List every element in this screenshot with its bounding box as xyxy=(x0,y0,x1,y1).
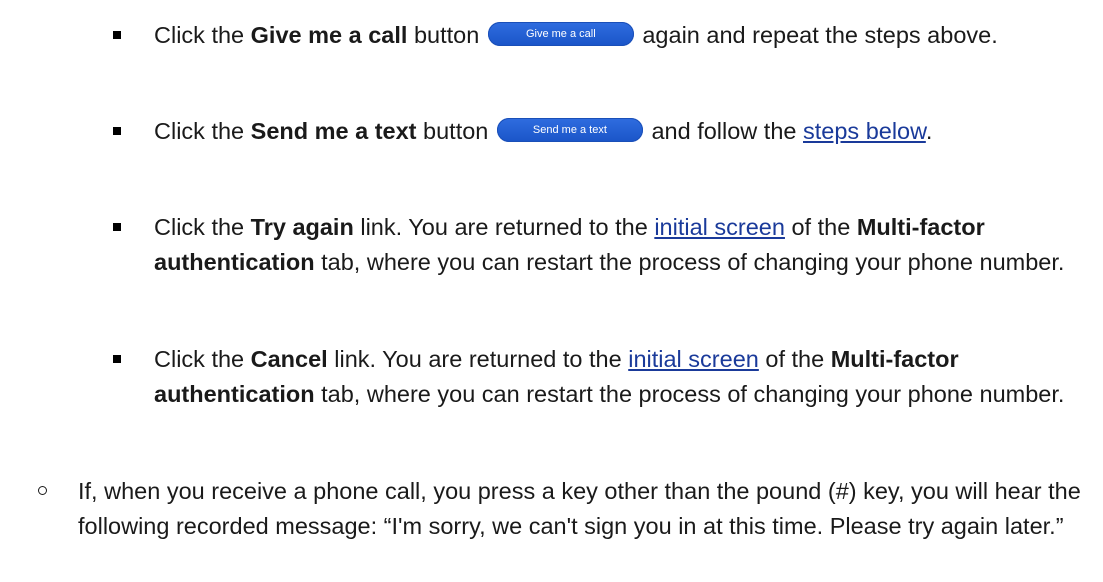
item-text: Click the Try again link. You are return… xyxy=(154,210,1093,280)
list-item-send-me-a-text: Click the Send me a text button Send me … xyxy=(0,114,1103,186)
text-segment: tab, where you can restart the process o… xyxy=(314,249,1065,275)
square-bullet-icon xyxy=(113,31,121,39)
text-segment: of the xyxy=(784,214,857,240)
text-segment: again and repeat the steps above. xyxy=(635,22,998,48)
text-segment: of the xyxy=(758,346,831,372)
list-item-pound-key-note: If, when you receive a phone call, you p… xyxy=(0,474,1103,582)
send-me-a-text-button[interactable]: Send me a text xyxy=(496,117,643,142)
bold-label: Send me a text xyxy=(250,118,417,144)
bold-label: Give me a call xyxy=(250,22,408,48)
text-segment: Click the xyxy=(154,346,251,372)
text-segment: Click the xyxy=(154,118,251,144)
initial-screen-link[interactable]: initial screen xyxy=(654,214,785,240)
initial-screen-link[interactable]: initial screen xyxy=(628,346,759,372)
list-item-try-again: Click the Try again link. You are return… xyxy=(0,210,1103,318)
bold-label: Cancel xyxy=(250,346,328,372)
square-bullet-icon xyxy=(113,223,121,231)
square-bullet-icon xyxy=(113,355,121,363)
circle-bullet-icon xyxy=(38,486,47,495)
give-me-a-call-button[interactable]: Give me a call xyxy=(487,21,634,46)
text-segment: link. You are returned to the xyxy=(327,346,629,372)
item-text: If, when you receive a phone call, you p… xyxy=(78,478,1081,539)
text-segment: Click the xyxy=(154,22,251,48)
bold-label: Try again xyxy=(250,214,354,240)
text-segment: tab, where you can restart the process o… xyxy=(314,381,1065,407)
text-segment: . xyxy=(925,118,933,144)
steps-below-link[interactable]: steps below xyxy=(803,118,926,144)
text-segment: and follow the xyxy=(644,118,803,144)
text-segment: Click the xyxy=(154,214,251,240)
square-bullet-icon xyxy=(113,127,121,135)
item-text: Click the Give me a call button Give me … xyxy=(154,18,1093,53)
item-text: Click the Cancel link. You are returned … xyxy=(154,342,1093,412)
list-item-cancel: Click the Cancel link. You are returned … xyxy=(0,342,1103,450)
text-segment: button xyxy=(416,118,495,144)
text-segment: link. You are returned to the xyxy=(353,214,655,240)
list-item-give-me-a-call: Click the Give me a call button Give me … xyxy=(0,18,1103,90)
text-segment: button xyxy=(407,22,486,48)
item-text: Click the Send me a text button Send me … xyxy=(154,114,1093,149)
